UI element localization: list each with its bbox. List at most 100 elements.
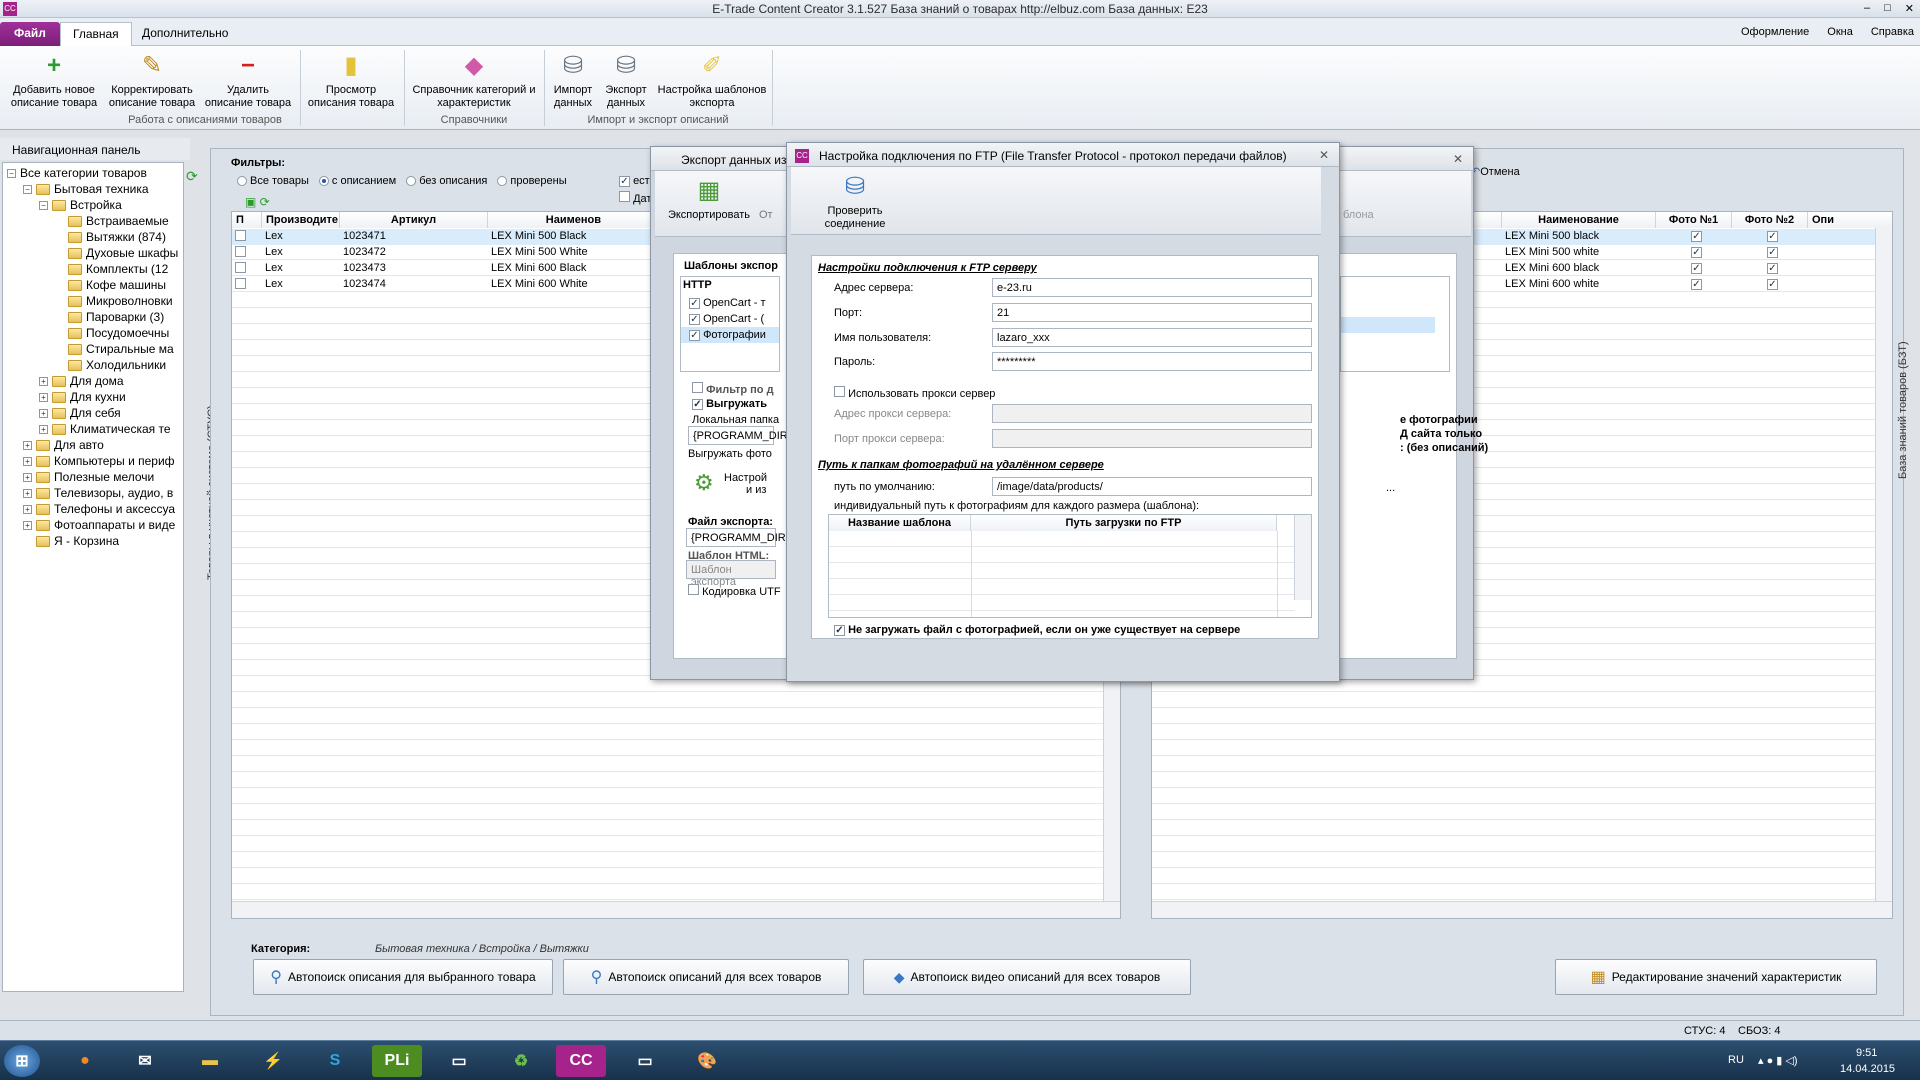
tree-node[interactable]: + Компьютеры и периф <box>23 453 175 469</box>
tray-icons[interactable]: ▴ ● ▮ ◁) <box>1758 1054 1798 1067</box>
tree-node[interactable]: Микроволновки <box>55 293 173 309</box>
proxy-address-field[interactable] <box>992 404 1312 423</box>
row-checkbox-cell[interactable] <box>232 261 262 277</box>
export-run-button[interactable]: ▦ Экспортировать <box>661 175 757 222</box>
expand-icon[interactable]: + <box>23 488 32 498</box>
skip-existing-checkbox[interactable]: ✓ Не загружать файл с фотографией, если … <box>834 624 1240 636</box>
tree-node[interactable]: + Для себя <box>39 405 121 421</box>
expand-icon[interactable]: + <box>23 472 32 482</box>
checkbox[interactable] <box>692 382 703 393</box>
checkbox[interactable] <box>235 230 246 241</box>
close-icon[interactable]: ✕ <box>1453 152 1463 166</box>
clock-date[interactable]: 14.04.2015 <box>1840 1063 1895 1075</box>
export-button[interactable]: ⛁ Экспорт данных <box>600 50 652 110</box>
col-header[interactable]: П <box>232 212 262 228</box>
ellipsis-button[interactable]: ... <box>1386 482 1395 494</box>
filter-radio[interactable]: без описания <box>406 175 487 187</box>
autosearch-video-button[interactable]: ◆ Автопоиск видео описаний для всех товар… <box>863 959 1191 995</box>
tree-node[interactable]: Пароварки (3) <box>55 309 164 325</box>
tree-node[interactable]: Духовые шкафы <box>55 245 178 261</box>
default-path-field[interactable]: /image/data/products/ <box>992 477 1312 496</box>
col-header[interactable]: Артикул <box>340 212 488 228</box>
checkbox[interactable]: ✓ <box>1767 247 1778 258</box>
menu-window[interactable]: Окна <box>1827 26 1853 38</box>
tree-node[interactable]: + Для авто <box>23 437 104 453</box>
checkbox[interactable]: ✓ <box>619 176 630 187</box>
tree-node[interactable]: Я - Корзина <box>23 533 119 549</box>
server-field[interactable]: e-23.ru <box>992 278 1312 297</box>
checkbox[interactable]: ✓ <box>689 298 700 309</box>
filter-check[interactable]: Фильтр по д <box>692 382 774 396</box>
import-button[interactable]: ⛁ Импорт данных <box>548 50 598 110</box>
recycle-icon[interactable]: ♻ <box>496 1045 546 1077</box>
filter-est[interactable]: ✓ ест <box>619 175 650 187</box>
expand-icon[interactable]: + <box>23 440 32 450</box>
language-indicator[interactable]: RU <box>1728 1054 1744 1066</box>
expand-icon[interactable]: + <box>23 504 32 514</box>
photo-checkbox-cell[interactable]: ✓ <box>1688 229 1705 245</box>
edit-description-button[interactable]: ✎ Корректировать описание товара <box>104 50 200 110</box>
window-icon-2[interactable]: ▭ <box>620 1045 670 1077</box>
close-icon[interactable]: ✕ <box>1319 148 1329 162</box>
close-button[interactable]: ✕ <box>1905 2 1914 15</box>
checkbox[interactable] <box>834 386 845 397</box>
tree-node[interactable]: Комплекты (12 <box>55 261 168 277</box>
filter-radio[interactable]: Все товары <box>237 175 309 187</box>
clock-time[interactable]: 9:51 <box>1856 1047 1877 1059</box>
vertical-scrollbar[interactable] <box>1294 515 1311 600</box>
row-checkbox-cell[interactable] <box>232 229 262 245</box>
checkbox[interactable]: ✓ <box>1767 263 1778 274</box>
refresh-icon[interactable]: ⟳ <box>186 168 198 185</box>
window-icon[interactable]: ▭ <box>434 1045 484 1077</box>
checkbox[interactable]: ✓ <box>834 625 845 636</box>
user-field[interactable]: lazaro_xxx <box>992 328 1312 347</box>
tree-node[interactable]: − Бытовая техника <box>23 181 149 197</box>
check-connection-button[interactable]: ⛁ Проверить соединение <box>807 171 903 231</box>
grid-toolbar-icon[interactable]: ▣ ⟳ <box>245 195 270 209</box>
photo-checkbox-cell[interactable]: ✓ <box>1764 245 1781 261</box>
templates-button[interactable]: ✐ Настройка шаблонов экспорта <box>656 50 768 110</box>
tree-node[interactable]: Кофе машины <box>55 277 166 293</box>
export-file-field[interactable]: {PROGRAMM_DIR} <box>686 528 789 547</box>
etrade-taskbar-icon[interactable]: CC <box>556 1045 606 1077</box>
password-field[interactable]: ********* <box>992 352 1312 371</box>
firefox-icon[interactable]: ● <box>60 1045 110 1077</box>
checkbox[interactable]: ✓ <box>692 399 703 410</box>
radio-icon[interactable] <box>406 176 417 186</box>
collapse-icon[interactable]: − <box>39 200 48 210</box>
templates-list-right[interactable] <box>1340 276 1450 372</box>
filter-radio[interactable]: с описанием <box>318 175 396 187</box>
catalog-button[interactable]: ◆ Справочник категорий и характеристик <box>408 50 540 110</box>
proxy-checkbox[interactable]: Использовать прокси сервер <box>834 386 995 400</box>
checkbox[interactable]: ✓ <box>1767 279 1778 290</box>
tree-node[interactable]: Встраиваемые <box>55 213 169 229</box>
tab-home[interactable]: Главная <box>60 22 132 46</box>
col-header[interactable]: Путь загрузки по FTP <box>971 515 1277 531</box>
vertical-scrollbar[interactable] <box>1875 228 1892 901</box>
autosearch-selected-button[interactable]: ⚲ Автопоиск описания для выбранного товар… <box>253 959 553 995</box>
photo-checkbox-cell[interactable]: ✓ <box>1764 261 1781 277</box>
paint-icon[interactable]: 🎨 <box>682 1045 732 1077</box>
photo-checkbox-cell[interactable]: ✓ <box>1764 229 1781 245</box>
checkbox[interactable]: ✓ <box>689 314 700 325</box>
col-header[interactable]: Название шаблона <box>829 515 971 531</box>
checkbox[interactable] <box>235 262 246 273</box>
individual-path-grid[interactable]: Название шаблона Путь загрузки по FTP <box>828 514 1312 618</box>
tree-node[interactable]: + Для кухни <box>39 389 126 405</box>
local-folder-field[interactable]: {PROGRAMM_DIR <box>688 426 788 445</box>
tab-extra[interactable]: Дополнительно <box>130 22 240 46</box>
start-button[interactable]: ⊞ <box>4 1045 40 1077</box>
folder-icon[interactable]: ▬ <box>185 1045 235 1077</box>
checkbox[interactable] <box>619 191 630 202</box>
checkbox[interactable] <box>235 278 246 289</box>
checkbox[interactable]: ✓ <box>1691 279 1702 290</box>
view-description-button[interactable]: ▮ Просмотр описания товара <box>302 50 400 110</box>
delete-description-button[interactable]: − Удалить описание товара <box>202 50 294 110</box>
radio-icon[interactable] <box>318 176 329 186</box>
checkbox[interactable]: ✓ <box>1691 263 1702 274</box>
template-row[interactable]: ✓ Фотографии <box>681 327 779 343</box>
template-row[interactable]: ✓ OpenCart - ( <box>681 311 779 327</box>
checkbox[interactable]: ✓ <box>1691 231 1702 242</box>
tree-node[interactable]: − Все категории товаров <box>7 165 147 181</box>
radio-icon[interactable] <box>237 176 247 186</box>
